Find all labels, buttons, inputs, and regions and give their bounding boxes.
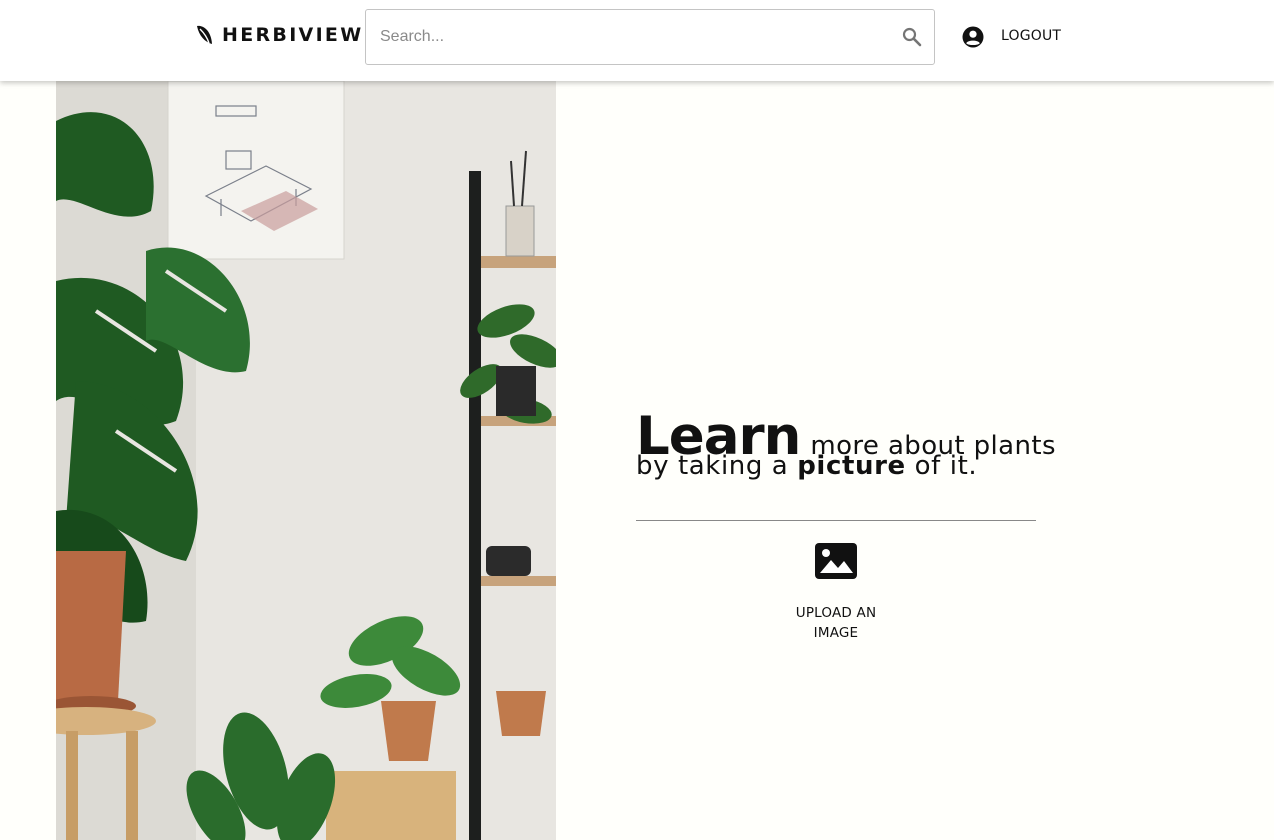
- search-box: [365, 9, 935, 65]
- upload-image-button[interactable]: UPLOAD AN IMAGE: [776, 542, 896, 643]
- hero-plant-photo: [56, 81, 556, 840]
- search-input[interactable]: [366, 10, 900, 64]
- line2-suffix: of it.: [905, 451, 978, 481]
- upload-label-line-2: IMAGE: [813, 625, 859, 641]
- brand-name: HERBIVIEW: [222, 24, 364, 46]
- account-circle-icon[interactable]: [961, 25, 985, 49]
- plant-illustration: [56, 81, 556, 840]
- hero-headline: Learn more about plants by taking a pict…: [636, 408, 1056, 482]
- section-divider: [636, 520, 1036, 521]
- brand-logo[interactable]: HERBIVIEW: [195, 24, 363, 46]
- line2-prefix: by taking a: [636, 451, 798, 481]
- logout-button[interactable]: LOGOUT: [1001, 28, 1061, 44]
- upload-label-line-1: UPLOAD AN: [795, 605, 877, 621]
- line2-emphasis: picture: [797, 451, 906, 481]
- search-icon[interactable]: [900, 25, 924, 49]
- image-icon: [815, 543, 857, 579]
- top-app-bar: HERBIVIEW LOGOUT: [0, 0, 1274, 81]
- upload-label: UPLOAD AN IMAGE: [796, 603, 877, 643]
- leaf-icon: [197, 25, 212, 44]
